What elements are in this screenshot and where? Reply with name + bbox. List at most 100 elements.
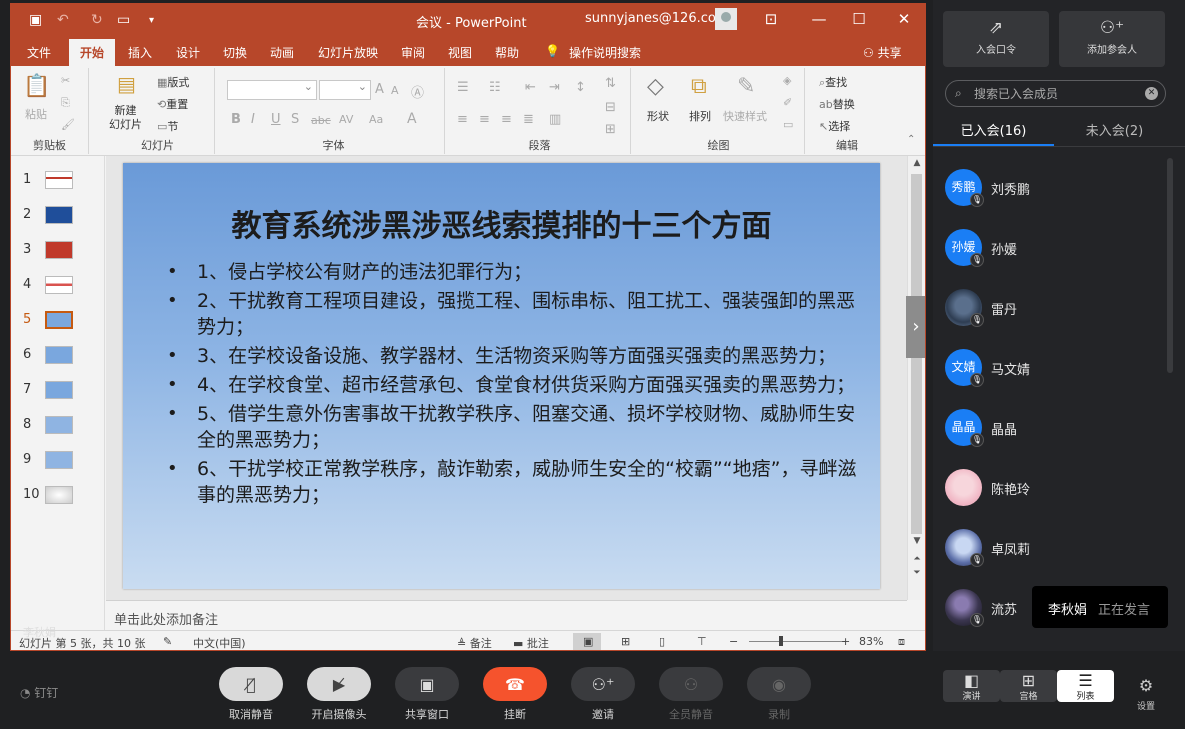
mute-all-button[interactable]: ⚇ 全员静音 [659, 667, 723, 722]
spellcheck-icon[interactable]: ✎ [163, 635, 172, 648]
user-email[interactable]: sunnyjanes@126.com [585, 11, 728, 26]
grid-view-button[interactable]: ⊞ 宫格 [1000, 670, 1057, 702]
invite-button[interactable]: ⚇⁺ 邀请 [571, 667, 635, 722]
reading-view-icon[interactable]: ▯ [659, 635, 665, 648]
member-list-scrollbar[interactable] [1167, 158, 1173, 373]
notes-toggle[interactable]: ≜ 备注 [457, 635, 492, 650]
tab-transitions[interactable]: 切换 [223, 44, 247, 61]
tab-slideshow[interactable]: 幻灯片放映 [318, 44, 378, 61]
user-avatar[interactable] [715, 8, 737, 30]
slide-thumbnail[interactable]: 3 [11, 236, 105, 266]
join-code-button[interactable]: ⇗ 入会口令 [943, 11, 1049, 67]
scroll-up-icon[interactable]: ▲ [908, 158, 925, 168]
align-right-icon[interactable]: ≡ [501, 112, 512, 127]
quick-styles-button[interactable]: 快速样式 [723, 108, 767, 124]
underline-button[interactable]: U [271, 112, 281, 127]
redo-icon[interactable]: ↻ [91, 12, 103, 28]
cut-icon[interactable]: ✂ [61, 74, 70, 87]
zoom-slider-handle[interactable] [779, 636, 783, 646]
list-view-button[interactable]: ☰ 列表 [1057, 670, 1114, 702]
scroll-down-icon[interactable]: ▼ [908, 536, 925, 546]
align-text-icon[interactable]: ⊟ [605, 100, 616, 115]
slide-thumbnail-selected[interactable]: 5 [11, 306, 105, 336]
paste-button[interactable]: 粘贴 [25, 106, 47, 122]
font-grow-button[interactable]: A [375, 82, 384, 97]
slide-thumbnail[interactable]: 2 [11, 201, 105, 231]
ribbon-display-icon[interactable]: ⊡ [761, 10, 781, 28]
hang-up-button[interactable]: ☎ 挂断 [483, 667, 547, 722]
smartart-icon[interactable]: ⊞ [605, 122, 616, 137]
tab-joined[interactable]: 已入会(16) [933, 118, 1054, 146]
change-case-button[interactable]: Aa [369, 113, 383, 126]
next-slide-icon[interactable]: ⏷ [908, 568, 925, 578]
increase-indent-icon[interactable]: ⇥ [549, 80, 560, 95]
font-shrink-button[interactable]: A [391, 84, 399, 97]
replace-button[interactable]: ab 替换 [819, 96, 855, 112]
save-icon[interactable]: ▣ [29, 12, 42, 28]
slide-thumbnail[interactable]: 7 [11, 376, 105, 406]
tab-review[interactable]: 审阅 [401, 44, 425, 61]
next-slide-arrow-icon[interactable]: › [906, 296, 925, 358]
slide-sorter-icon[interactable]: ⊞ [621, 635, 630, 648]
member-item[interactable]: 文婧 🎙 马文婧 [945, 349, 1155, 389]
format-painter-icon[interactable]: 🖌 [61, 118, 75, 131]
zoom-level[interactable]: 83% [859, 635, 883, 648]
undo-icon[interactable]: ↶ [57, 12, 69, 28]
tab-design[interactable]: 设计 [176, 44, 200, 61]
settings-button[interactable]: ⚙ 设置 [1128, 676, 1164, 712]
slide-thumbnail[interactable]: 4 [11, 271, 105, 301]
customize-icon[interactable]: ▾ [149, 15, 154, 26]
justify-icon[interactable]: ≣ [523, 112, 534, 127]
comments-toggle[interactable]: ▬ 批注 [513, 635, 549, 650]
tab-help[interactable]: 帮助 [495, 44, 519, 61]
member-item[interactable]: 🎙 雷丹 [945, 289, 1155, 329]
text-direction-icon[interactable]: ⇅ [605, 76, 616, 91]
arrange-icon[interactable]: ⧉ [691, 74, 707, 99]
record-button[interactable]: ◉ 录制 [747, 667, 811, 722]
present-icon[interactable]: ▭ [117, 12, 130, 28]
shapes-icon[interactable]: ◇ [647, 74, 664, 99]
add-participant-button[interactable]: ⚇⁺ 添加参会人 [1059, 11, 1165, 67]
font-name-select[interactable] [227, 80, 317, 100]
slide-thumbnail[interactable]: 9 [11, 446, 105, 476]
current-slide[interactable]: 教育系统涉黑涉恶线索摸排的十三个方面 1、侵占学校公有财产的违法犯罪行为； 2、… [123, 163, 880, 589]
member-item[interactable]: 陈艳玲 [945, 469, 1155, 509]
camera-button[interactable]: ▶̸ 开启摄像头 [307, 667, 371, 722]
strikethrough-icon[interactable]: abc [311, 114, 331, 127]
paste-icon[interactable]: 📋 [23, 74, 50, 99]
member-item[interactable]: 孙媛 🎙 孙媛 [945, 229, 1155, 269]
shape-outline-icon[interactable]: ✐ [783, 96, 792, 109]
zoom-out-button[interactable]: − [729, 635, 738, 648]
language-indicator[interactable]: 中文(中国) [193, 635, 246, 650]
line-spacing-icon[interactable]: ↕ [575, 80, 586, 95]
find-button[interactable]: ⌕ 查找 [819, 74, 847, 90]
member-search-input[interactable] [974, 85, 1134, 103]
slide-thumbnail[interactable]: 1 [11, 166, 105, 196]
zoom-in-button[interactable]: + [841, 635, 850, 648]
previous-slide-icon[interactable]: ⏶ [908, 554, 925, 564]
layout-button[interactable]: ▦ 版式 [157, 74, 189, 90]
slide-thumbnail[interactable]: 10 [11, 481, 105, 511]
new-slide-icon[interactable]: ▤ [117, 72, 136, 96]
zoom-slider[interactable] [749, 641, 845, 642]
arrange-button[interactable]: 排列 [689, 108, 711, 124]
numbering-icon[interactable]: ☷ [489, 80, 501, 95]
select-button[interactable]: ↖ 选择 [819, 118, 850, 134]
font-size-select[interactable] [319, 80, 371, 100]
tab-animations[interactable]: 动画 [270, 44, 294, 61]
align-center-icon[interactable]: ≡ [479, 112, 490, 127]
slide-bullet-list[interactable]: 1、侵占学校公有财产的违法犯罪行为； 2、干扰教育工程项目建设，强揽工程、围标串… [167, 259, 857, 511]
columns-icon[interactable]: ▥ [549, 112, 561, 127]
tab-not-joined[interactable]: 未入会(2) [1054, 118, 1175, 146]
tab-home[interactable]: 开始 [69, 39, 116, 66]
collapse-ribbon-icon[interactable]: ⌃ [907, 134, 915, 145]
tell-me-search[interactable]: 操作说明搜索 [569, 44, 641, 61]
clear-search-icon[interactable]: ✕ [1145, 87, 1158, 100]
new-slide-button[interactable]: 新建 幻灯片 [109, 104, 142, 132]
shapes-button[interactable]: 形状 [647, 108, 669, 124]
fit-slide-icon[interactable]: ⧈ [898, 635, 905, 649]
shape-effects-icon[interactable]: ▭ [783, 118, 793, 131]
italic-button[interactable]: I [251, 112, 255, 127]
reset-button[interactable]: ⟲ 重置 [157, 96, 188, 112]
member-item[interactable]: 晶晶 🎙 晶晶 [945, 409, 1155, 449]
